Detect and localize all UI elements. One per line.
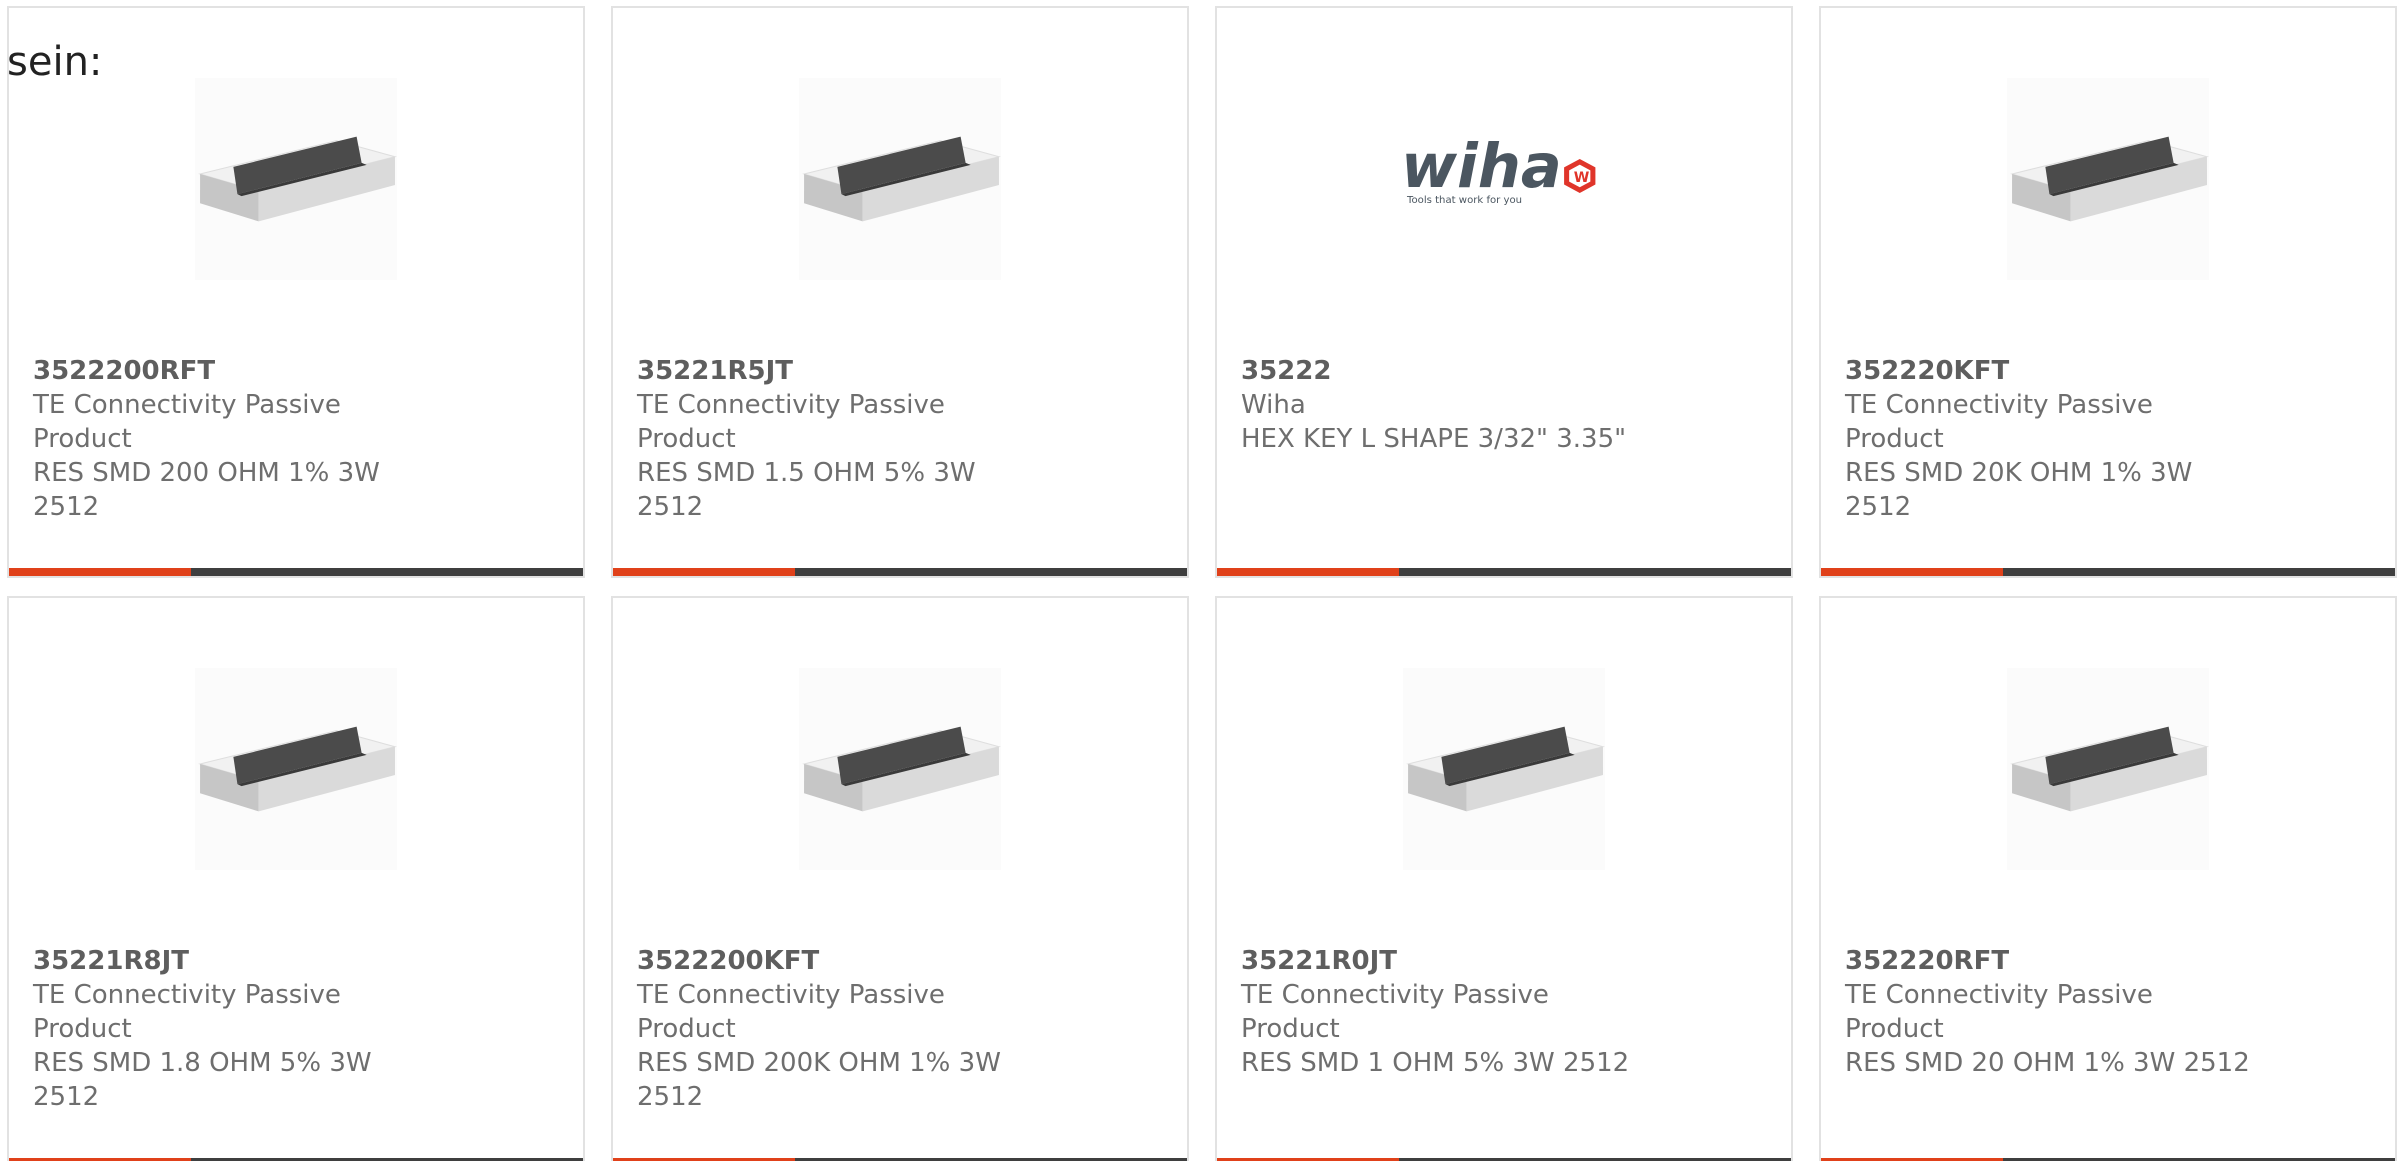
- description: HEX KEY L SHAPE 3/32" 3.35": [1241, 424, 1627, 454]
- part-number[interactable]: 35221R5JT: [637, 354, 1047, 388]
- smd-resistor-icon: [1403, 668, 1605, 870]
- product-info: 352220RFT TE Connectivity Passive Produc…: [1845, 944, 2255, 1080]
- part-number[interactable]: 35222: [1241, 354, 1651, 388]
- manufacturer: TE Connectivity Passive Product: [637, 980, 945, 1044]
- smd-resistor-icon: [2007, 668, 2209, 870]
- description: RES SMD 1.5 OHM 5% 3W 2512: [637, 458, 976, 522]
- part-number[interactable]: 3522200KFT: [637, 944, 1047, 978]
- product-grid-page: sein: 3522200RFT TE Connectivity Passive…: [0, 0, 2400, 1161]
- part-number[interactable]: 3522200RFT: [33, 354, 443, 388]
- product-card[interactable]: 3522200RFT TE Connectivity Passive Produ…: [7, 6, 585, 578]
- card-bottom-bar: [613, 568, 1187, 576]
- description: RES SMD 200K OHM 1% 3W 2512: [637, 1048, 1001, 1112]
- card-accent-bar: [613, 568, 795, 576]
- smd-resistor-icon: [195, 78, 397, 280]
- product-card[interactable]: wiha W Tools that work for you 35222 Wih…: [1215, 6, 1793, 578]
- product-card[interactable]: 35221R0JT TE Connectivity Passive Produc…: [1215, 596, 1793, 1161]
- smd-resistor-icon: [799, 78, 1001, 280]
- product-info: 35221R8JT TE Connectivity Passive Produc…: [33, 944, 443, 1114]
- card-bottom-bar: [1821, 568, 2395, 576]
- part-number[interactable]: 352220RFT: [1845, 944, 2255, 978]
- part-number[interactable]: 35221R0JT: [1241, 944, 1651, 978]
- product-info: 3522200RFT TE Connectivity Passive Produ…: [33, 354, 443, 524]
- card-accent-bar: [1821, 568, 2003, 576]
- svg-text:W: W: [1574, 170, 1590, 186]
- product-card[interactable]: 35221R5JT TE Connectivity Passive Produc…: [611, 6, 1189, 578]
- smd-resistor-icon: [799, 668, 1001, 870]
- manufacturer: TE Connectivity Passive Product: [33, 980, 341, 1044]
- description: RES SMD 1 OHM 5% 3W 2512: [1241, 1048, 1630, 1078]
- svg-text:Tools that work for you: Tools that work for you: [1406, 195, 1522, 206]
- product-info: 35222 Wiha HEX KEY L SHAPE 3/32" 3.35": [1241, 354, 1651, 456]
- smd-resistor-icon: [195, 668, 397, 870]
- card-bottom-bar: [1217, 568, 1791, 576]
- description: RES SMD 20 OHM 1% 3W 2512: [1845, 1048, 2250, 1078]
- manufacturer: TE Connectivity Passive Product: [637, 390, 945, 454]
- manufacturer: Wiha: [1241, 390, 1306, 420]
- card-accent-bar: [9, 568, 191, 576]
- product-info: 3522200KFT TE Connectivity Passive Produ…: [637, 944, 1047, 1114]
- manufacturer: TE Connectivity Passive Product: [1845, 390, 2153, 454]
- manufacturer: TE Connectivity Passive Product: [33, 390, 341, 454]
- svg-text:wiha: wiha: [1403, 132, 1562, 202]
- smd-resistor-icon: [2007, 78, 2209, 280]
- description: RES SMD 20K OHM 1% 3W 2512: [1845, 458, 2193, 522]
- manufacturer: TE Connectivity Passive Product: [1845, 980, 2153, 1044]
- product-info: 352220KFT TE Connectivity Passive Produc…: [1845, 354, 2255, 524]
- product-info: 35221R0JT TE Connectivity Passive Produc…: [1241, 944, 1651, 1080]
- leading-text: sein:: [7, 39, 103, 85]
- product-card[interactable]: 352220KFT TE Connectivity Passive Produc…: [1819, 6, 2397, 578]
- part-number[interactable]: 35221R8JT: [33, 944, 443, 978]
- description: RES SMD 200 OHM 1% 3W 2512: [33, 458, 380, 522]
- product-info: 35221R5JT TE Connectivity Passive Produc…: [637, 354, 1047, 524]
- manufacturer: TE Connectivity Passive Product: [1241, 980, 1549, 1044]
- card-accent-bar: [1217, 568, 1399, 576]
- product-card[interactable]: 352220RFT TE Connectivity Passive Produc…: [1819, 596, 2397, 1161]
- part-number[interactable]: 352220KFT: [1845, 354, 2255, 388]
- product-card[interactable]: 3522200KFT TE Connectivity Passive Produ…: [611, 596, 1189, 1161]
- product-card[interactable]: 35221R8JT TE Connectivity Passive Produc…: [7, 596, 585, 1161]
- card-bottom-bar: [9, 568, 583, 576]
- wiha-logo: wiha W Tools that work for you: [1403, 78, 1605, 280]
- description: RES SMD 1.8 OHM 5% 3W 2512: [33, 1048, 372, 1112]
